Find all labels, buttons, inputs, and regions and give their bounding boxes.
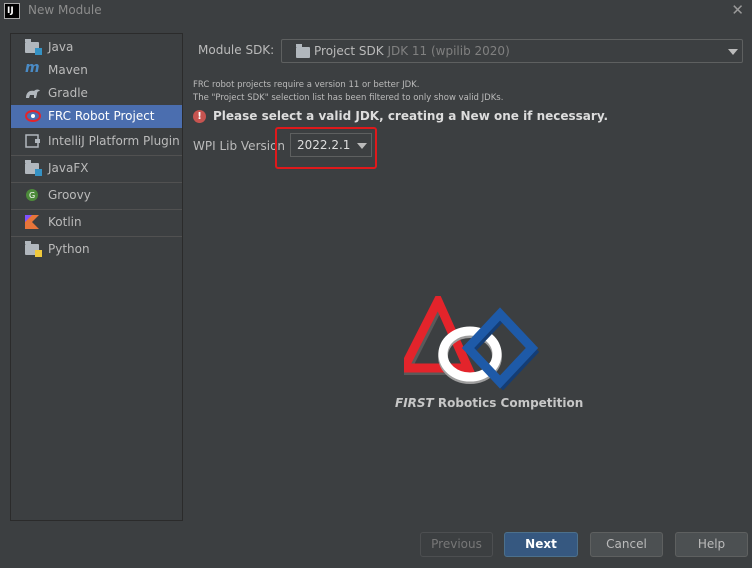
window-title: New Module [28,3,102,17]
javafx-folder-icon [25,160,42,176]
title-bar: IJ New Module ✕ [0,0,752,22]
sidebar-item-label: JavaFX [48,161,89,175]
sidebar-item-label: Kotlin [48,215,82,229]
sidebar-item-frc-robot-project[interactable]: FRC Robot Project [11,105,182,128]
intellij-app-icon: IJ [4,3,20,19]
sidebar-divider [11,236,182,237]
sidebar-item-python[interactable]: Python [11,238,182,261]
sdk-note-line-2: The "Project SDK" selection list has bee… [193,93,504,103]
sidebar-item-label: Gradle [48,86,88,100]
error-icon: ! [193,110,206,123]
sidebar-divider [11,182,182,183]
sidebar-item-label: FRC Robot Project [48,109,155,123]
python-icon [25,241,42,257]
frc-icon [25,109,41,124]
module-type-list: Java m Maven Gradle FRC Robot Project In… [10,33,183,521]
sdk-folder-icon [296,44,310,58]
maven-icon: m [25,60,40,76]
cancel-button[interactable]: Cancel [590,532,663,557]
sidebar-item-intellij-platform-plugin[interactable]: IntelliJ Platform Plugin [11,130,182,153]
sidebar-item-label: Maven [48,63,88,77]
sidebar-item-label: Python [48,242,90,256]
sidebar-item-gradle[interactable]: Gradle [11,82,182,105]
sidebar-item-java[interactable]: Java [11,36,182,59]
sidebar-item-label: IntelliJ Platform Plugin [48,134,180,148]
close-icon[interactable]: ✕ [731,1,744,19]
sidebar-item-label: Groovy [48,188,91,202]
sidebar-divider [11,209,182,210]
logo-caption-first: FIRST [395,396,434,410]
sdk-value: Project SDK [314,44,384,58]
red-annotation-box [275,127,377,169]
groovy-icon: G [25,188,41,203]
sidebar-divider [11,155,182,156]
gradle-icon [25,86,41,101]
next-button[interactable]: Next [504,532,578,557]
sdk-detail: JDK 11 (wpilib 2020) [387,44,510,58]
chevron-down-icon [728,49,738,55]
logo-caption-rest: Robotics Competition [433,396,584,410]
sidebar-item-label: Java [48,40,74,54]
module-sdk-label: Module SDK: [198,43,275,57]
warning-text: Please select a valid JDK, creating a Ne… [213,109,609,123]
previous-button[interactable]: Previous [420,532,493,557]
logo-caption: FIRST Robotics Competition [395,396,583,410]
kotlin-icon [25,215,41,230]
sidebar-item-maven[interactable]: m Maven [11,59,182,82]
java-folder-icon [25,39,42,55]
sidebar-item-kotlin[interactable]: Kotlin [11,211,182,234]
first-logo [404,296,540,391]
plugin-icon [25,134,41,149]
sdk-note-line-1: FRC robot projects require a version 11 … [193,80,420,90]
help-button[interactable]: Help [675,532,748,557]
module-sdk-combobox[interactable]: Project SDK JDK 11 (wpilib 2020) [281,39,743,63]
sidebar-item-groovy[interactable]: G Groovy [11,184,182,207]
wpilib-version-label: WPI Lib Version [193,139,286,153]
svg-text:G: G [29,191,35,200]
sidebar-item-javafx[interactable]: JavaFX [11,157,182,180]
